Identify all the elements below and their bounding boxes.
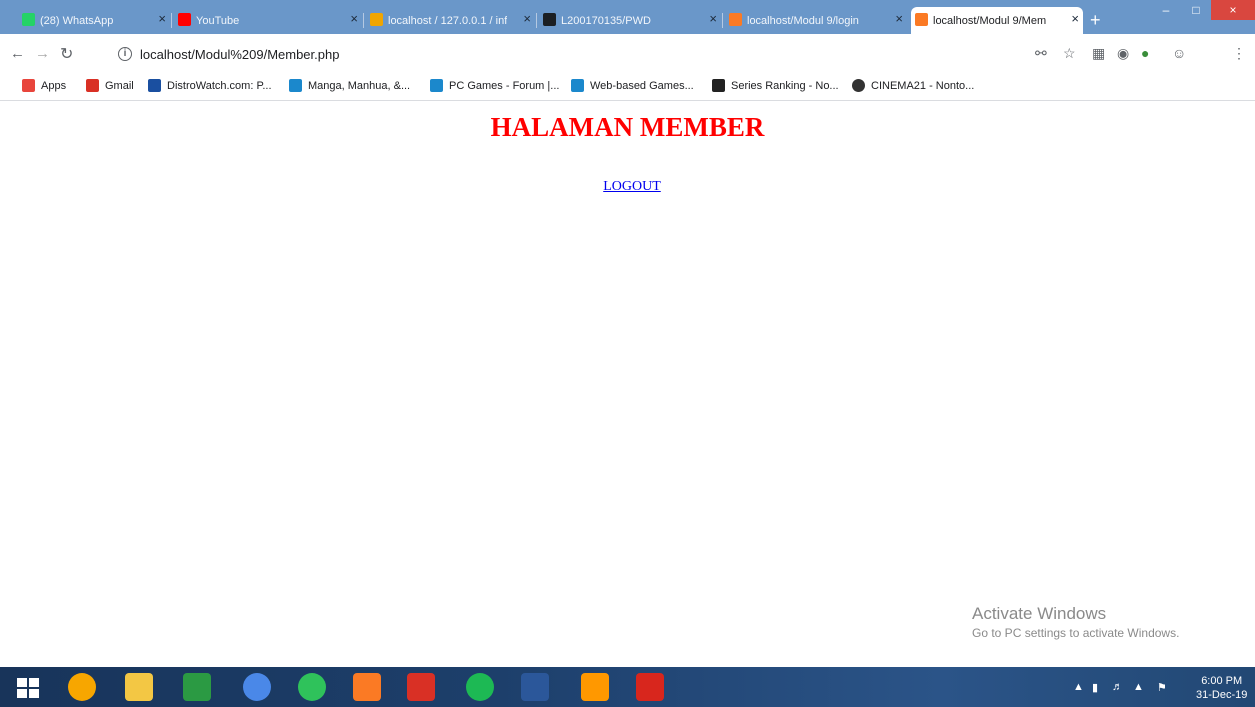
phpmyadmin-icon: [370, 13, 383, 26]
whatsapp-icon[interactable]: [298, 673, 326, 701]
volume-icon[interactable]: ♬: [1112, 681, 1123, 693]
sublime-icon[interactable]: [581, 673, 609, 701]
forward-arrow-icon[interactable]: →: [35, 45, 50, 62]
notion-icon: [712, 79, 725, 92]
spotify-icon[interactable]: [466, 673, 494, 701]
address-bar[interactable]: i localhost/Modul%209/Member.php: [112, 43, 942, 67]
tab-label: L200170135/PWD: [561, 14, 651, 27]
browser-tab[interactable]: YouTube ×: [174, 7, 364, 34]
tray-chevron-icon[interactable]: ▲: [1073, 681, 1084, 693]
close-tab-icon[interactable]: ×: [158, 11, 166, 26]
bookmark-star-icon[interactable]: ☆: [1063, 45, 1076, 62]
battery-icon[interactable]: ▮: [1092, 681, 1098, 694]
word-icon[interactable]: [521, 673, 549, 701]
acrobat-icon[interactable]: [636, 673, 664, 701]
logout-container: LOGOUT: [0, 179, 1255, 195]
clock-time: 6:00 PM: [1201, 675, 1243, 687]
menu-kebab-icon[interactable]: ⋮: [1232, 45, 1246, 62]
file-explorer-icon[interactable]: [125, 673, 153, 701]
bookmark-item[interactable]: CINEMA21 - Nonto...: [852, 79, 974, 92]
window-controls: – □ ×: [1151, 0, 1255, 22]
tab-label: YouTube: [196, 14, 240, 27]
bookmark-label: Web-based Games...: [590, 79, 694, 92]
extension-earth-icon[interactable]: ●: [1141, 45, 1149, 61]
browser-tab[interactable]: localhost/Modul 9/Mem ×: [911, 7, 1083, 34]
browser-tab[interactable]: L200170135/PWD ×: [539, 7, 723, 34]
kaskus-icon: [430, 79, 443, 92]
bookmark-label: Manga, Manhua, &...: [308, 79, 411, 92]
xampp-icon[interactable]: [353, 673, 381, 701]
taskbar-clock[interactable]: 6:00 PM 31-Dec-19: [1196, 674, 1247, 702]
xampp-icon: [729, 13, 742, 26]
bookmark-label: Series Ranking - No...: [731, 79, 839, 92]
tab-separator: [536, 13, 537, 28]
reload-icon[interactable]: ↻: [60, 44, 73, 64]
bookmark-item[interactable]: Manga, Manhua, &...: [289, 79, 410, 92]
bookmark-label: PC Games - Forum |...: [449, 79, 560, 92]
bookmark-item[interactable]: Gmail: [86, 79, 134, 92]
bookmark-label: CINEMA21 - Nonto...: [871, 79, 975, 92]
kaskus-icon: [289, 79, 302, 92]
bookmark-item[interactable]: Series Ranking - No...: [712, 79, 839, 92]
page-title: HALAMAN MEMBER: [490, 112, 765, 142]
key-icon[interactable]: ⚯: [1035, 45, 1047, 62]
close-tab-icon[interactable]: ×: [350, 11, 358, 26]
whatsapp-icon: [22, 13, 35, 26]
extension-screenshot-icon[interactable]: ▦: [1092, 45, 1105, 62]
kaskus-icon: [571, 79, 584, 92]
bookmark-label: Gmail: [105, 79, 134, 92]
windows-start-icon[interactable]: [17, 678, 39, 698]
close-tab-icon[interactable]: ×: [1071, 11, 1079, 26]
github-icon: [543, 13, 556, 26]
browser-tab[interactable]: localhost / 127.0.0.1 / inf ×: [366, 7, 537, 34]
chrome-icon[interactable]: [243, 673, 271, 701]
maximize-button[interactable]: □: [1181, 0, 1211, 20]
bookmark-label: DistroWatch.com: P...: [167, 79, 272, 92]
cinema21-icon: [852, 79, 865, 92]
game-icon[interactable]: [407, 673, 435, 701]
clock-date: 31-Dec-19: [1196, 689, 1248, 701]
tab-label: (28) WhatsApp: [40, 14, 114, 27]
site-info-icon[interactable]: i: [118, 47, 132, 61]
tab-separator: [722, 13, 723, 28]
avast-icon[interactable]: [68, 673, 96, 701]
tab-label: localhost/Modul 9/Mem: [933, 14, 1047, 27]
tab-label: localhost/Modul 9/login: [747, 14, 859, 27]
browser-tab[interactable]: localhost/Modul 9/login ×: [725, 7, 907, 34]
bookmark-item[interactable]: DistroWatch.com: P...: [148, 79, 272, 92]
close-tab-icon[interactable]: ×: [709, 11, 717, 26]
distrowatch-icon: [148, 79, 161, 92]
close-window-button[interactable]: ×: [1211, 0, 1255, 20]
close-tab-icon[interactable]: ×: [523, 11, 531, 26]
xampp-icon: [915, 13, 928, 26]
close-tab-icon[interactable]: ×: [895, 11, 903, 26]
store-icon[interactable]: [183, 673, 211, 701]
new-tab-button[interactable]: +: [1090, 10, 1101, 31]
bookmark-item[interactable]: Web-based Games...: [571, 79, 694, 92]
bookmark-label: Apps: [41, 79, 67, 92]
logout-link[interactable]: LOGOUT: [603, 179, 661, 194]
tab-label: localhost / 127.0.0.1 / inf: [388, 14, 508, 27]
back-arrow-icon[interactable]: ←: [10, 45, 25, 62]
watermark-subtitle: Go to PC settings to activate Windows.: [972, 626, 1180, 640]
apps-grid-icon: [22, 79, 35, 92]
gmail-icon: [86, 79, 99, 92]
extension-globe-icon[interactable]: ◉: [1117, 45, 1129, 62]
bookmark-item[interactable]: PC Games - Forum |...: [430, 79, 559, 92]
tab-separator: [363, 13, 364, 28]
browser-tab[interactable]: (28) WhatsApp ×: [18, 7, 172, 34]
activate-windows-watermark: Activate Windows Go to PC settings to ac…: [972, 604, 1179, 640]
bookmark-item[interactable]: Apps: [22, 79, 66, 92]
minimize-button[interactable]: –: [1151, 0, 1181, 20]
action-flag-icon[interactable]: ⚑: [1157, 681, 1167, 694]
signal-icon[interactable]: ▲: [1133, 681, 1144, 693]
profile-avatar-icon[interactable]: ☺: [1172, 45, 1186, 61]
tab-separator: [171, 13, 172, 28]
watermark-title: Activate Windows: [972, 604, 1107, 623]
youtube-icon: [178, 13, 191, 26]
url-text: localhost/Modul%209/Member.php: [140, 47, 340, 62]
